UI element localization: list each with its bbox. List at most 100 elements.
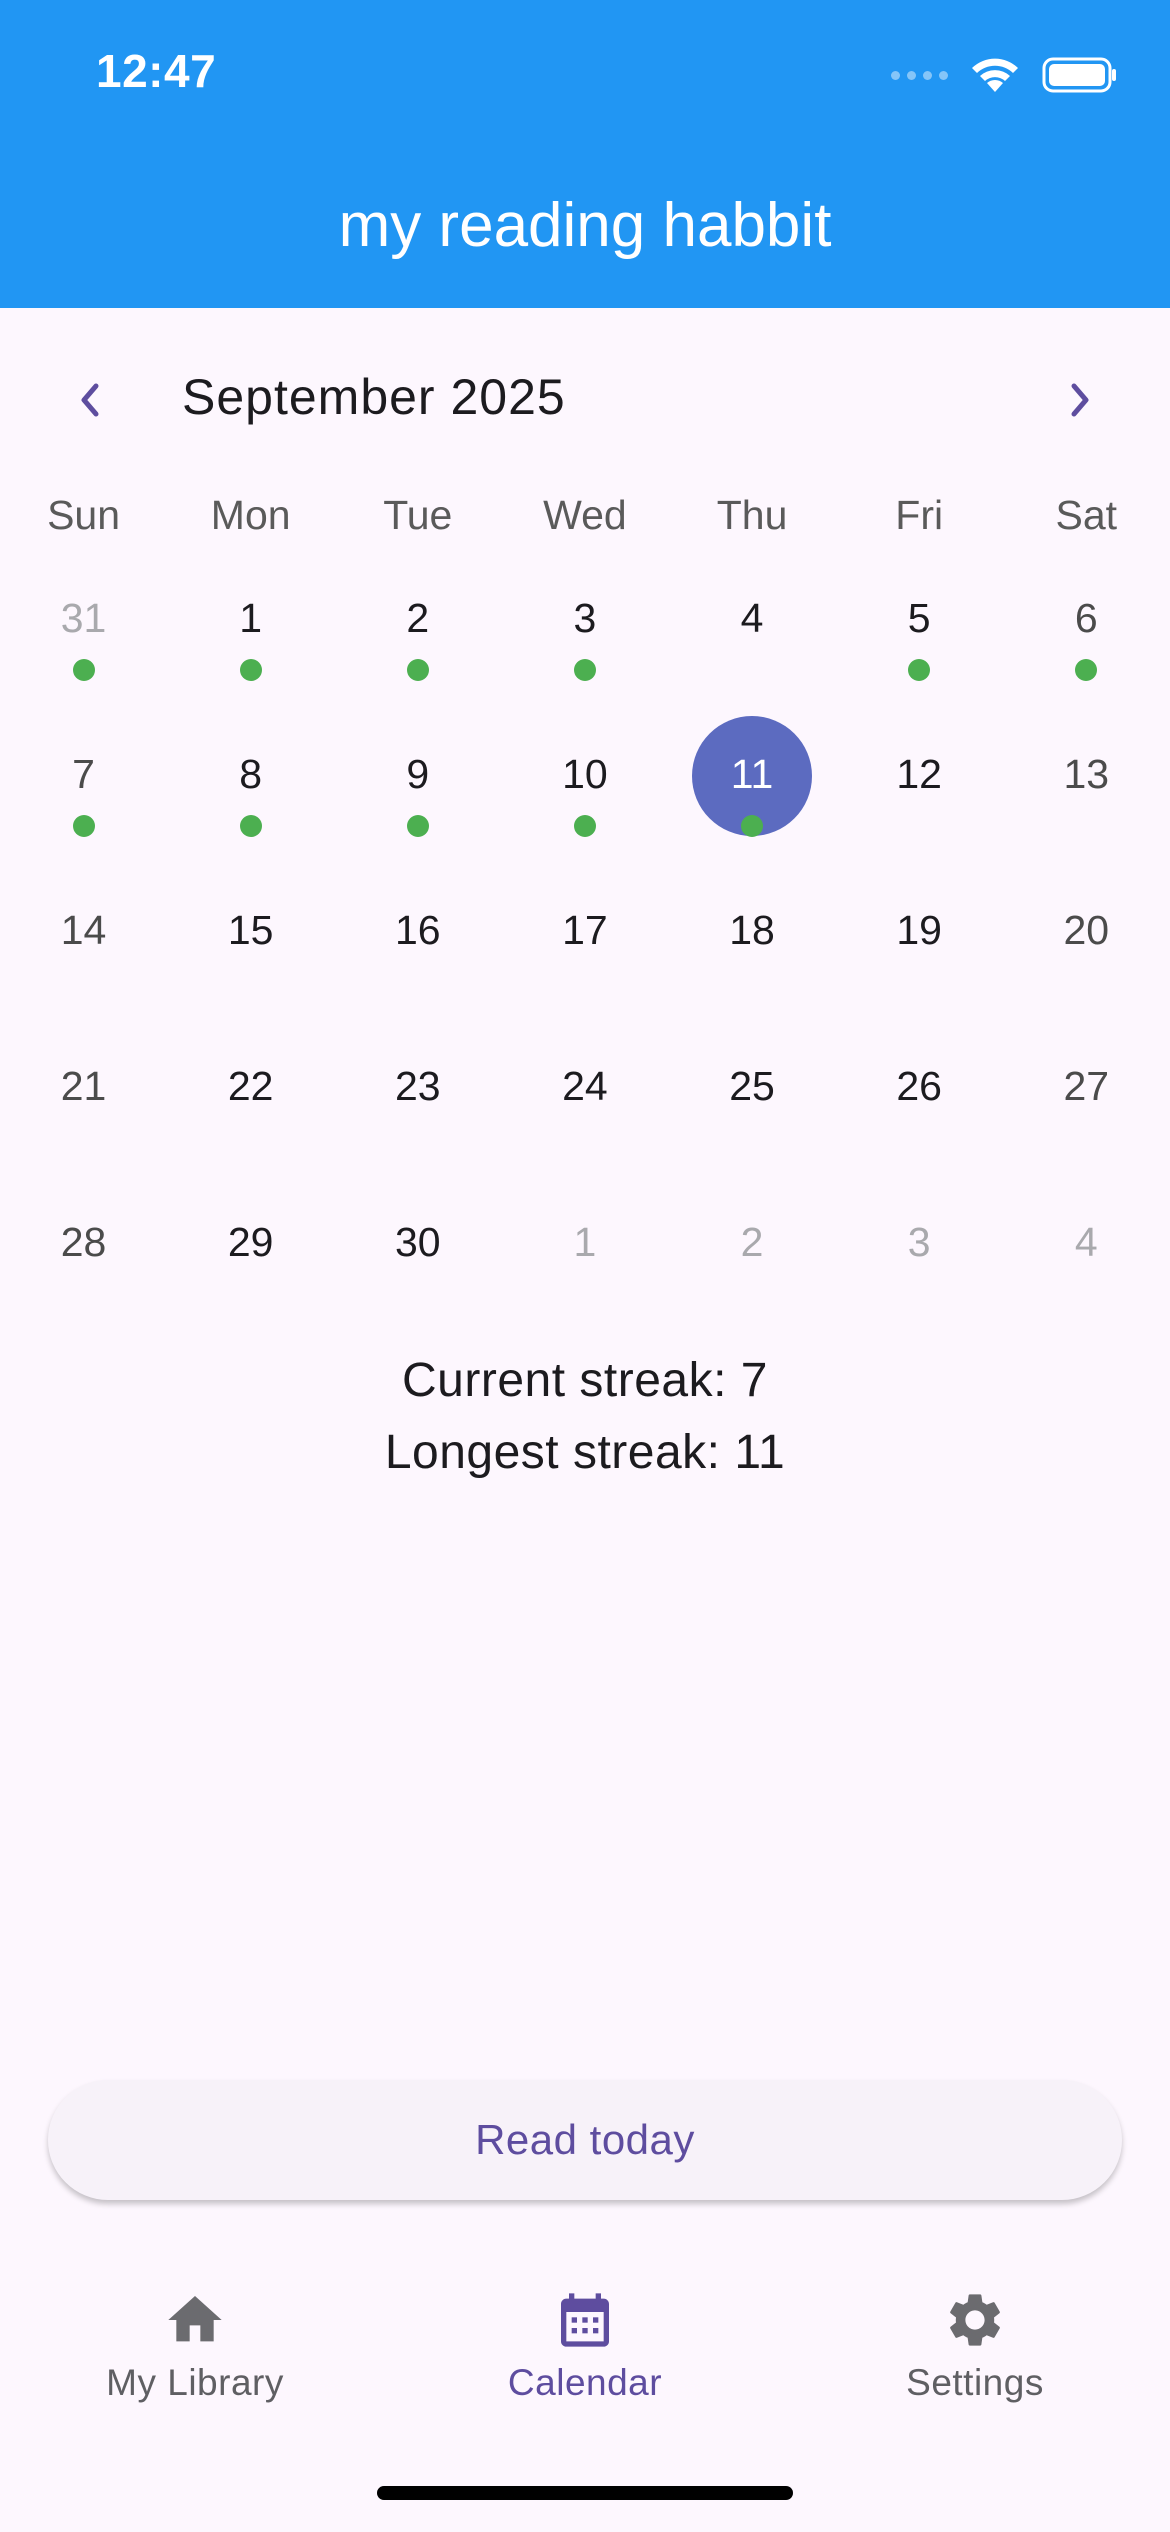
battery-icon <box>1042 57 1116 93</box>
day-number: 23 <box>395 1063 441 1109</box>
streak-summary: Current streak: 7 Longest streak: 11 <box>0 1345 1170 1489</box>
calendar-day[interactable]: 1 <box>167 580 334 736</box>
read-marker-dot <box>72 815 95 837</box>
weekday-label: Thu <box>716 492 788 538</box>
calendar-day[interactable]: 6 <box>1003 580 1170 736</box>
day-number: 14 <box>60 907 107 953</box>
calendar-day[interactable]: 27 <box>1003 1048 1170 1204</box>
day-number: 10 <box>562 751 608 797</box>
calendar-day[interactable]: 9 <box>334 736 501 892</box>
calendar-day[interactable]: 16 <box>334 892 501 1048</box>
read-today-label: Read today <box>475 2116 695 2163</box>
calendar-day[interactable]: 3 <box>836 1204 1003 1360</box>
calendar-day[interactable]: 28 <box>0 1204 167 1360</box>
calendar-day[interactable]: 30 <box>334 1204 501 1360</box>
home-icon <box>168 2296 222 2342</box>
weekday-label: Tue <box>383 492 453 538</box>
weekday-header-row: Sun Mon Tue Wed Thu Fri Sat <box>0 492 1170 548</box>
day-number: 6 <box>1074 595 1098 641</box>
status-icons <box>891 52 1118 98</box>
longest-streak: Longest streak: 11 <box>384 1426 786 1479</box>
cellular-signal-icon <box>891 70 948 80</box>
nav-item-my-library[interactable]: My Library <box>0 2260 390 2460</box>
home-indicator[interactable] <box>377 2486 793 2500</box>
day-number: 29 <box>227 1219 274 1265</box>
calendar-header: September 2025 <box>0 358 1170 442</box>
day-number: 27 <box>1063 1063 1110 1109</box>
day-number: 13 <box>1063 751 1110 797</box>
nav-label-calendar: Calendar <box>507 2362 663 2403</box>
calendar-day[interactable]: 26 <box>836 1048 1003 1204</box>
chevron-right-icon <box>1071 383 1089 417</box>
calendar-day[interactable]: 5 <box>836 580 1003 736</box>
day-number: 2 <box>740 1219 764 1265</box>
month-title: September 2025 <box>182 369 566 425</box>
current-streak: Current streak: 7 <box>402 1354 768 1407</box>
calendar-day[interactable]: 20 <box>1003 892 1170 1048</box>
calendar-day[interactable]: 23 <box>334 1048 501 1204</box>
calendar-day[interactable]: 21 <box>0 1048 167 1204</box>
nav-label-my-library: My Library <box>106 2362 284 2403</box>
calendar-grid: 31 1 2 3 4 5 6 7 8 9 10 11 12 13 14 15 16 17 18 19 20 21 22 23 2… <box>0 580 1170 1360</box>
calendar-day[interactable]: 7 <box>0 736 167 892</box>
day-number: 30 <box>395 1219 441 1265</box>
chevron-left-icon <box>81 383 99 417</box>
read-marker-dot <box>1075 659 1098 681</box>
app-title: my reading habbit <box>338 191 832 260</box>
calendar-icon <box>561 2293 609 2347</box>
calendar-day[interactable]: 2 <box>334 580 501 736</box>
day-number: 8 <box>239 751 263 797</box>
day-number: 9 <box>406 751 430 797</box>
day-number: 5 <box>907 595 931 641</box>
calendar-day[interactable]: 8 <box>167 736 334 892</box>
day-number: 19 <box>896 907 942 953</box>
nav-item-calendar[interactable]: Calendar <box>390 2260 780 2460</box>
day-number: 1 <box>573 1219 597 1265</box>
read-marker-dot <box>406 659 429 681</box>
calendar-week-row: 31 1 2 3 4 5 6 <box>0 580 1170 736</box>
day-number: 1 <box>239 595 263 641</box>
read-marker-dot <box>72 659 95 681</box>
day-number: 18 <box>729 907 775 953</box>
day-number: 2 <box>406 595 430 641</box>
calendar-day[interactable]: 12 <box>836 736 1003 892</box>
day-number: 24 <box>562 1063 608 1109</box>
calendar-day[interactable]: 4 <box>669 580 836 736</box>
read-marker-dot <box>573 815 596 837</box>
calendar-day[interactable]: 1 <box>501 1204 668 1360</box>
calendar-day[interactable]: 18 <box>669 892 836 1048</box>
calendar-day[interactable]: 17 <box>501 892 668 1048</box>
calendar-day[interactable]: 13 <box>1003 736 1170 892</box>
read-marker-dot <box>573 659 596 681</box>
calendar-day[interactable]: 19 <box>836 892 1003 1048</box>
calendar-day[interactable]: 31 <box>0 580 167 736</box>
calendar-day[interactable]: 22 <box>167 1048 334 1204</box>
gear-icon <box>950 2294 1000 2346</box>
read-today-button[interactable]: Read today <box>48 2080 1122 2200</box>
calendar-day[interactable]: 2 <box>669 1204 836 1360</box>
status-time: 12:47 <box>96 45 217 97</box>
calendar-day[interactable]: 15 <box>167 892 334 1048</box>
day-number: 3 <box>573 595 597 641</box>
day-number: 25 <box>729 1063 775 1109</box>
calendar-day-selected[interactable]: 11 <box>669 716 836 892</box>
calendar-day[interactable]: 4 <box>1003 1204 1170 1360</box>
calendar-day[interactable]: 14 <box>0 892 167 1048</box>
next-month-button[interactable] <box>1050 370 1110 430</box>
weekday-label: Mon <box>210 492 291 538</box>
read-marker-dot <box>741 815 764 837</box>
calendar-day[interactable]: 10 <box>501 736 668 892</box>
day-number: 26 <box>896 1063 942 1109</box>
bottom-navigation: My Library Calendar Settings <box>0 2260 1170 2460</box>
nav-label-settings: Settings <box>906 2362 1044 2403</box>
calendar-day[interactable]: 25 <box>669 1048 836 1204</box>
day-number: 16 <box>395 907 441 953</box>
calendar-day[interactable]: 3 <box>501 580 668 736</box>
calendar-day[interactable]: 24 <box>501 1048 668 1204</box>
day-number: 12 <box>896 751 942 797</box>
day-number: 28 <box>60 1219 107 1265</box>
wifi-icon <box>972 58 1018 92</box>
calendar-day[interactable]: 29 <box>167 1204 334 1360</box>
previous-month-button[interactable] <box>60 370 120 430</box>
nav-item-settings[interactable]: Settings <box>780 2260 1170 2460</box>
